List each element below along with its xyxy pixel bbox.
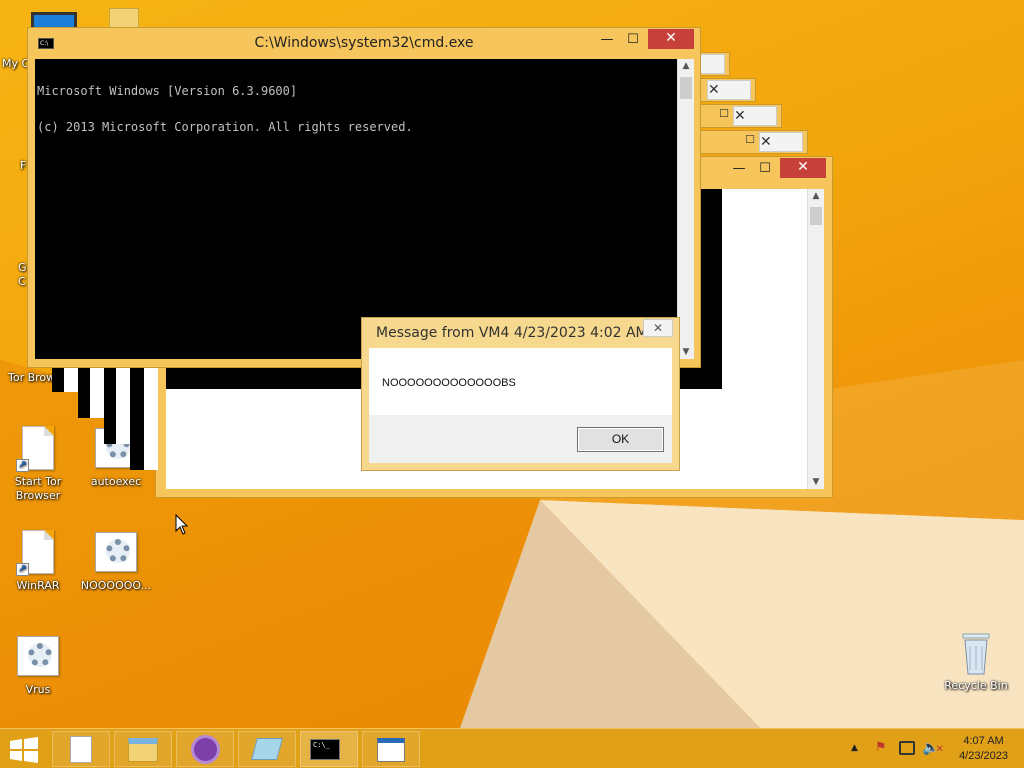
desktop-icon-label: Start Tor — [14, 475, 62, 488]
maximize-icon[interactable]: ☐ — [752, 160, 778, 180]
vertical-scrollbar[interactable]: ▲ ▼ — [807, 189, 824, 489]
close-icon[interactable]: ✕ — [648, 29, 694, 49]
mouse-cursor-icon — [175, 514, 189, 535]
recycle-bin-icon — [955, 630, 997, 676]
tor-browser-icon — [191, 735, 220, 764]
desktop-icon-start-tor-browser[interactable]: ↗ Start Tor Browser — [0, 426, 76, 503]
taskbar-notepad[interactable] — [52, 731, 110, 767]
taskbar-cmd[interactable]: C:\_ — [300, 731, 358, 767]
maximize-icon[interactable]: ☐ — [719, 107, 729, 120]
desktop-icon-winrar[interactable]: ↗ WinRAR — [0, 530, 76, 593]
close-icon[interactable]: ✕ — [707, 80, 751, 100]
desktop-icon-label: WinRAR — [16, 579, 60, 592]
maximize-icon[interactable]: ☐ — [620, 31, 646, 51]
clock-time: 4:07 AM — [963, 735, 1004, 747]
document-shortcut-icon: ↗ — [16, 530, 58, 576]
console-output[interactable]: Microsoft Windows [Version 6.3.9600] (c)… — [35, 59, 677, 359]
window-titlebar[interactable]: C:\ C:\Windows\system32\cmd.exe — ☐ ✕ — [28, 28, 700, 58]
settings-file-icon — [95, 530, 137, 576]
network-icon[interactable] — [899, 741, 915, 755]
desktop-icon-label: Vrus — [25, 683, 51, 696]
stacked-window-edge — [78, 368, 106, 418]
clock[interactable]: 4:07 AM 4/23/2023 — [959, 734, 1008, 764]
settings-file-icon — [17, 634, 59, 680]
dialog-body: NOOOOOOOOOOOOOBS OK — [369, 348, 672, 463]
taskbar: C:\_ ▲ ⚑ 🔈✕ 4:07 AM 4/23/2023 — [0, 728, 1024, 768]
notepad-icon — [251, 738, 283, 760]
desktop-icon-recycle-bin[interactable]: Recycle Bin — [938, 630, 1014, 693]
vertical-scrollbar[interactable]: ▲ ▼ — [677, 59, 694, 359]
taskbar-wordpad[interactable] — [362, 731, 420, 767]
taskbar-notepad-alt[interactable] — [238, 731, 296, 767]
message-dialog: Message from VM4 4/23/2023 4:02 AM ✕ NOO… — [361, 317, 680, 471]
minimize-icon[interactable]: — — [726, 160, 752, 180]
scroll-down-icon[interactable]: ▼ — [678, 347, 694, 357]
maximize-icon[interactable]: ☐ — [745, 133, 755, 146]
folder-icon — [128, 738, 158, 762]
start-button[interactable] — [6, 735, 46, 765]
scrollbar-thumb[interactable] — [680, 77, 692, 99]
cmd-icon: C:\_ — [310, 739, 340, 760]
close-icon[interactable]: ✕ — [780, 158, 826, 178]
scroll-down-icon[interactable]: ▼ — [808, 477, 824, 487]
minimize-icon[interactable]: — — [594, 31, 620, 51]
dialog-message: NOOOOOOOOOOOOOBS — [369, 348, 672, 415]
document-shortcut-icon: ↗ — [16, 426, 58, 472]
close-icon[interactable]: ✕ — [759, 132, 803, 152]
volume-muted-icon[interactable]: 🔈✕ — [922, 740, 944, 756]
close-icon[interactable]: ✕ — [643, 319, 673, 337]
ok-button[interactable]: OK — [577, 427, 664, 452]
console-line: Microsoft Windows [Version 6.3.9600] — [37, 84, 298, 98]
stacked-window-edge — [52, 368, 80, 392]
wordpad-icon — [377, 738, 405, 762]
stacked-window-edge — [104, 368, 132, 444]
show-hidden-icons-icon[interactable]: ▲ — [851, 743, 858, 753]
action-center-icon[interactable]: ⚑ — [875, 741, 889, 755]
scrollbar-thumb[interactable] — [810, 207, 822, 225]
desktop-icon-label: NOOOOOO... — [80, 579, 152, 592]
close-icon[interactable]: ✕ — [733, 106, 777, 126]
stacked-window-edge — [130, 368, 158, 470]
scroll-up-icon[interactable]: ▲ — [678, 61, 694, 71]
desktop-icon-vrus[interactable]: Vrus — [0, 634, 76, 697]
desktop-icon-label: Recycle Bin — [944, 679, 1008, 692]
scroll-up-icon[interactable]: ▲ — [808, 191, 824, 201]
console-line: (c) 2013 Microsoft Corporation. All righ… — [37, 120, 413, 134]
taskbar-tor-browser[interactable] — [176, 731, 234, 767]
document-icon — [70, 736, 92, 763]
desktop-icon-nooooo[interactable]: NOOOOOO... — [78, 530, 154, 593]
clock-date: 4/23/2023 — [959, 750, 1008, 762]
dialog-title: Message from VM4 4/23/2023 4:02 AM — [376, 325, 648, 341]
desktop-icon-label: autoexec — [90, 475, 142, 488]
desktop-icon-label-line2: Browser — [15, 489, 61, 502]
windows-logo-icon — [10, 737, 38, 763]
desktop: My C ↗ F ↗ G C Tor Brow ↗ Start Tor Brow… — [0, 0, 1024, 728]
taskbar-file-explorer[interactable] — [114, 731, 172, 767]
